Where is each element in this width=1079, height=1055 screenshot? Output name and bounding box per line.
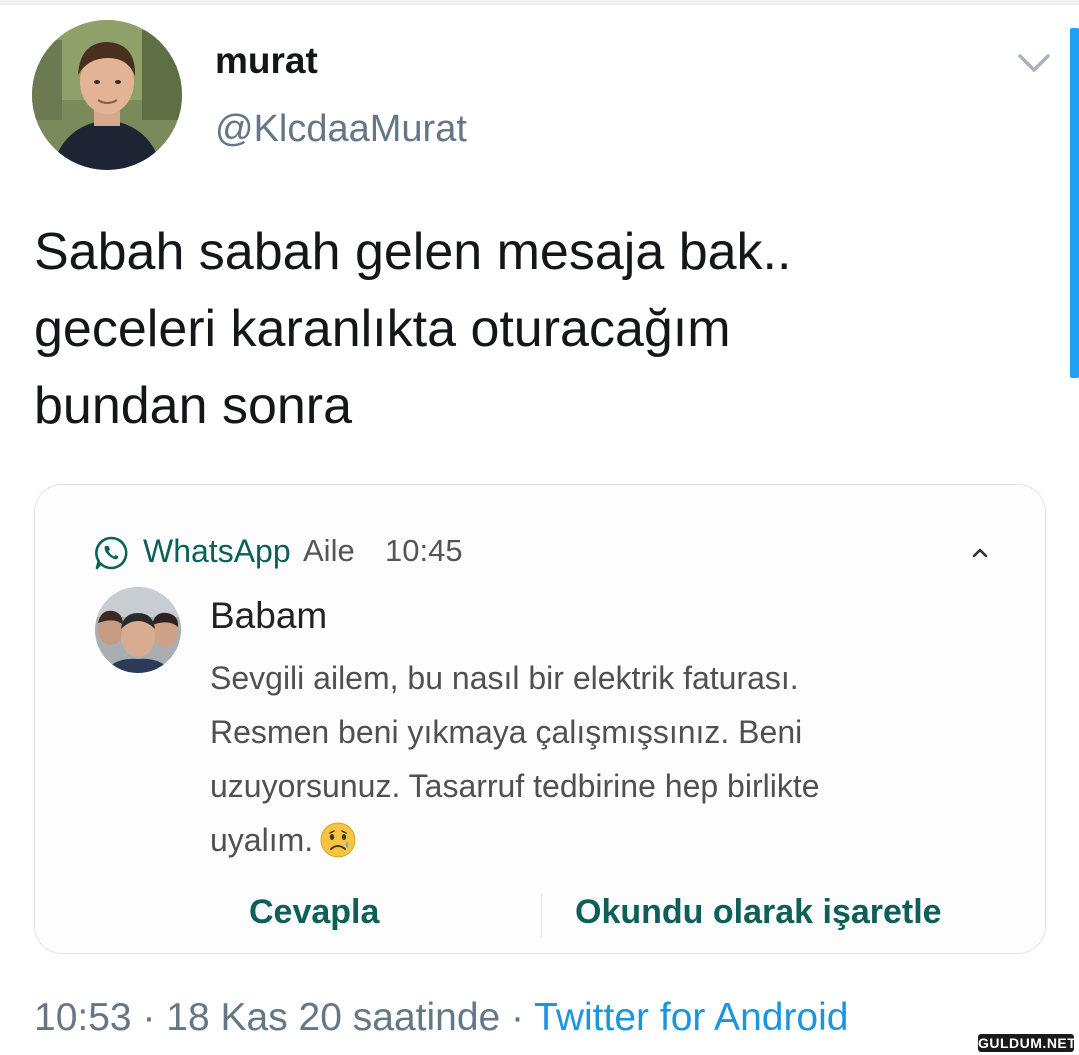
mark-as-read-button[interactable]: Okundu olarak işaretle	[575, 893, 942, 932]
user-handle[interactable]: @KlcdaaMurat	[215, 108, 467, 151]
tweet-text: Sabah sabah gelen mesaja bak.. geceleri …	[34, 214, 1014, 445]
tweet-text-line: bundan sonra	[34, 377, 353, 435]
action-divider	[541, 893, 542, 937]
message-line: Resmen beni yıkmaya çalışmışsınız. Beni	[210, 714, 803, 750]
chevron-up-icon[interactable]	[967, 541, 993, 563]
tweet-source-link[interactable]: Twitter for Android	[534, 996, 848, 1039]
notification-group-name: Aile	[303, 533, 355, 568]
meta-separator: ·	[131, 996, 167, 1039]
tweet-text-line: geceleri karanlıkta oturacağım	[34, 300, 731, 358]
message-line: uzuyorsunuz. Tasarruf tedbirine hep birl…	[210, 768, 820, 804]
tweet-meta: 10:53 · 18 Kas 20 saatinde · Twitter for…	[34, 996, 848, 1040]
tweet-text-line: Sabah sabah gelen mesaja bak..	[34, 223, 792, 281]
notification-message: Sevgili ailem, bu nasıl bir elektrik fat…	[210, 651, 970, 867]
watermark-logo: GULDUM.NET	[978, 1034, 1077, 1052]
whatsapp-notification-image[interactable]: WhatsApp Aile 10:45 Babam Sevgili ailem,…	[34, 484, 1046, 954]
message-line: Sevgili ailem, bu nasıl bir elektrik fat…	[210, 660, 799, 696]
sender-avatar	[95, 587, 181, 673]
reply-button[interactable]: Cevapla	[249, 893, 379, 932]
meta-separator: ·	[500, 996, 535, 1039]
tweet-time[interactable]: 10:53	[34, 996, 132, 1039]
display-name[interactable]: murat	[215, 40, 318, 82]
message-line-last: uyalım.	[210, 813, 970, 867]
top-divider	[0, 0, 1079, 5]
user-avatar[interactable]	[32, 20, 182, 170]
chevron-down-icon[interactable]	[1014, 44, 1054, 80]
notification-app-name: WhatsApp	[143, 533, 291, 569]
sad-face-emoji-icon	[319, 821, 357, 859]
sender-name: Babam	[210, 595, 328, 636]
whatsapp-icon	[93, 535, 129, 571]
tweet-date[interactable]: 18 Kas 20 saatinde	[166, 996, 500, 1039]
scrollbar[interactable]	[1070, 28, 1079, 378]
message-line: uyalım.	[210, 822, 314, 858]
notification-time: 10:45	[385, 533, 463, 568]
